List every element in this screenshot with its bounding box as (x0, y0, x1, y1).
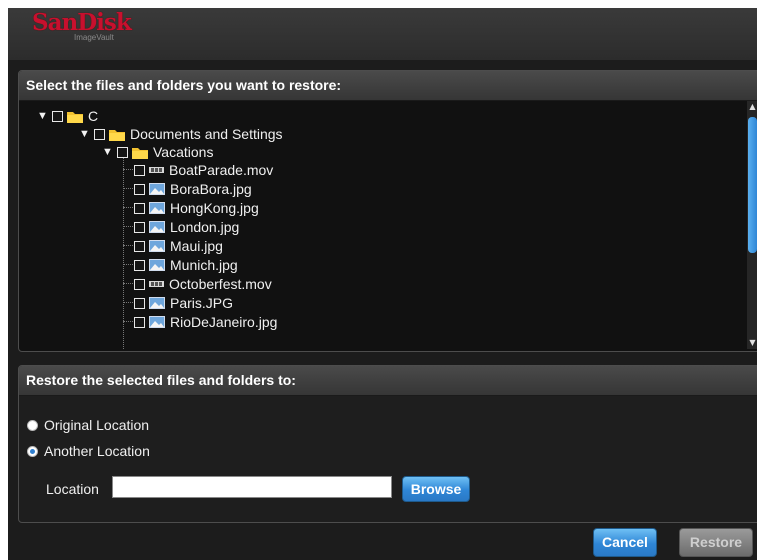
restore-button[interactable]: Restore (679, 528, 753, 557)
tree-row-file[interactable]: Munich.jpg (133, 256, 238, 274)
tree-connector (123, 302, 133, 303)
option-label: Another Location (44, 443, 150, 459)
restore-destination-panel: Restore the selected files and folders t… (18, 365, 757, 523)
option-label: Original Location (44, 417, 150, 433)
video-file-icon (149, 167, 164, 174)
scroll-up-icon[interactable]: ▲ (747, 101, 757, 113)
video-file-icon (149, 281, 164, 288)
restore-destination-title: Restore the selected files and folders t… (19, 366, 757, 396)
location-input[interactable] (112, 476, 392, 498)
image-file-icon (149, 221, 165, 234)
tree-row-documents-and-settings[interactable]: ▼ Documents and Settings (79, 125, 283, 143)
checkbox[interactable] (134, 278, 145, 290)
tree-row-file[interactable]: London.jpg (133, 218, 239, 236)
tree-connector (123, 245, 133, 246)
original-location-option[interactable]: Original Location (27, 416, 149, 434)
tree-connector (123, 264, 133, 265)
tree-item-label: BoraBora.jpg (170, 181, 252, 197)
checkbox[interactable] (134, 316, 145, 328)
collapse-arrow-icon[interactable]: ▼ (37, 107, 51, 125)
tree-scrollbar[interactable]: ▲ ▼ (747, 101, 757, 349)
tree-item-label: Maui.jpg (170, 238, 223, 254)
checkbox[interactable] (52, 110, 63, 122)
tree-item-label: Vacations (153, 144, 214, 160)
tree-item-label: BoatParade.mov (169, 162, 274, 178)
tree-item-label: RioDeJaneiro.jpg (170, 314, 278, 330)
tree-row-file[interactable]: BoatParade.mov (133, 161, 273, 179)
tree-row-c[interactable]: ▼ C (37, 107, 98, 125)
tree-item-label: Munich.jpg (170, 257, 238, 273)
collapse-arrow-icon[interactable]: ▼ (79, 125, 93, 143)
tree-item-label: Documents and Settings (130, 126, 283, 142)
tree-row-file[interactable]: Octoberfest.mov (133, 275, 272, 293)
tree-connector (123, 226, 133, 227)
location-label: Location (46, 481, 99, 497)
tree-row-file[interactable]: RioDeJaneiro.jpg (133, 313, 277, 331)
tree-item-label: Octoberfest.mov (169, 276, 272, 292)
tree-row-file[interactable]: Paris.JPG (133, 294, 233, 312)
collapse-arrow-icon[interactable]: ▼ (102, 143, 116, 161)
tree-item-label: London.jpg (170, 219, 240, 235)
file-tree: ▼ C ▼ Documents and Settings ▼ Vacations Bo… (19, 101, 745, 349)
radio-button-selected[interactable] (27, 445, 38, 457)
tree-row-file[interactable]: Maui.jpg (133, 237, 223, 255)
radio-button[interactable] (27, 419, 38, 431)
tree-connector (123, 207, 133, 208)
cancel-button[interactable]: Cancel (593, 528, 657, 557)
folder-icon (109, 129, 125, 141)
image-file-icon (149, 183, 165, 196)
tree-row-file[interactable]: HongKong.jpg (133, 199, 259, 217)
tree-connector (123, 321, 133, 322)
tree-connector (123, 283, 133, 284)
app-header: SanDisk ImageVault (8, 8, 757, 60)
image-file-icon (149, 259, 165, 272)
scroll-thumb[interactable] (748, 117, 757, 253)
tree-row-file[interactable]: BoraBora.jpg (133, 180, 252, 198)
file-selection-panel: Select the files and folders you want to… (18, 70, 757, 352)
browse-button[interactable]: Browse (402, 476, 470, 502)
scroll-down-icon[interactable]: ▼ (747, 337, 757, 349)
checkbox[interactable] (117, 146, 128, 158)
sandisk-logo: SanDisk ImageVault (32, 10, 132, 43)
folder-icon (67, 111, 83, 123)
image-file-icon (149, 240, 165, 253)
checkbox[interactable] (134, 259, 145, 271)
checkbox[interactable] (134, 183, 145, 195)
tree-item-label: HongKong.jpg (170, 200, 259, 216)
tree-guide-line (123, 151, 124, 349)
file-selection-title: Select the files and folders you want to… (19, 71, 757, 101)
tree-item-label: C (88, 108, 99, 124)
folder-icon (132, 147, 148, 159)
checkbox[interactable] (134, 221, 145, 233)
tree-row-vacations[interactable]: ▼ Vacations (102, 143, 213, 161)
tree-connector (123, 169, 133, 170)
image-file-icon (149, 297, 165, 310)
restore-window: SanDisk ImageVault Select the files and … (8, 8, 757, 560)
image-file-icon (149, 202, 165, 215)
tree-item-label: Paris.JPG (170, 295, 234, 311)
another-location-option[interactable]: Another Location (27, 442, 150, 460)
image-file-icon (149, 316, 165, 329)
checkbox[interactable] (134, 240, 145, 252)
checkbox[interactable] (134, 202, 145, 214)
checkbox[interactable] (134, 297, 145, 309)
checkbox[interactable] (94, 128, 105, 140)
checkbox[interactable] (134, 164, 145, 176)
tree-connector (123, 188, 133, 189)
